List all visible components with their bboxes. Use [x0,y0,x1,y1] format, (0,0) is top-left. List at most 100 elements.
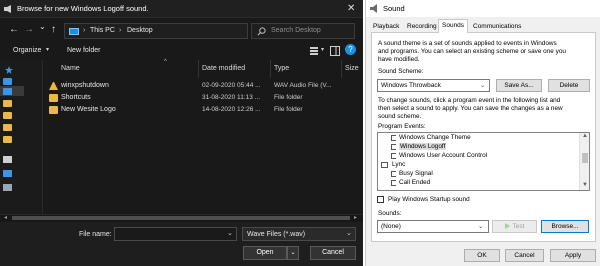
scrollbar-thumb[interactable] [582,153,588,163]
close-icon[interactable]: ✕ [347,3,355,14]
help-icon[interactable]: ? [345,44,356,55]
desktop-shortcut-icon[interactable] [3,78,12,85]
tab-sounds[interactable]: Sounds [438,19,469,33]
list-item[interactable]: Busy Signal [378,170,574,179]
chevron-down-icon: ⌄ [480,82,486,89]
file-date: 31-08-2020 11:13 ... [202,94,261,101]
up-arrow-icon[interactable]: ↑ [51,24,56,35]
address-bar[interactable]: › This PC › Desktop ⌄ [64,23,307,39]
file-date: 02-09-2020 05:44 ... [202,82,261,89]
cancel-button[interactable]: Cancel [310,246,356,260]
file-name: winxpshutdown [61,82,109,89]
program-events-list[interactable]: Windows Change Theme Windows Logoff Wind… [377,132,590,191]
sounds-select[interactable]: (None) ⌄ [377,220,489,233]
folder-icon[interactable] [3,112,12,119]
startup-sound-label[interactable]: Play Windows Startup sound [388,196,470,204]
file-type-select[interactable]: Wave Files (*.wav) ⌄ [242,227,356,241]
speaker-icon [391,144,396,150]
speaker-icon [391,153,396,159]
this-pc-icon [69,28,79,35]
startup-sound-checkbox[interactable] [377,196,384,203]
file-name-label: File name: [79,231,112,238]
list-item[interactable]: Windows Logoff [378,143,574,152]
sounds-value: (None) [381,223,401,230]
quick-access-star-icon[interactable] [5,66,13,74]
chevron-down-icon[interactable]: ⌄ [227,229,233,237]
event-label: Call Ended [399,179,431,186]
recent-locations-icon[interactable]: ⌄ [39,22,46,31]
tab-communications[interactable]: Communications [469,20,525,32]
play-icon [504,223,510,230]
open-button[interactable]: Open [243,246,287,260]
organize-button[interactable]: Organize [13,47,41,54]
search-icon [257,27,266,36]
list-item[interactable]: Windows User Account Control [378,152,574,161]
scroll-left-icon[interactable]: ◂ [4,214,7,221]
cancel-button[interactable]: Cancel [505,249,544,262]
search-box[interactable]: Search Desktop [251,23,355,39]
column-header-name[interactable]: Name [61,65,80,72]
back-arrow-icon[interactable]: ← [9,24,19,35]
browse-titlebar: Browse for new Windows Logoff sound. ✕ [0,0,363,18]
column-divider[interactable] [198,60,199,78]
preview-pane-icon[interactable] [330,46,340,56]
event-label: Windows Logoff [399,143,447,150]
chevron-down-icon: ⌄ [478,223,484,230]
forward-arrow-icon[interactable]: → [24,24,34,35]
file-row[interactable]: winxpshutdown 02-09-2020 05:44 ... WAV A… [44,81,363,92]
folder-icon[interactable] [3,136,12,143]
browse-title: Browse for new Windows Logoff sound. [17,4,149,13]
navigation-pane [0,60,43,220]
column-divider[interactable] [270,60,271,78]
file-row[interactable]: New Wesite Logo 14-08-2020 12:26 ... Fil… [44,105,363,116]
ok-button[interactable]: OK [464,249,500,262]
scroll-right-icon[interactable]: ▸ [354,214,357,221]
events-scrollbar[interactable]: ▲ ▼ [579,133,589,190]
view-caret-icon[interactable]: ▾ [321,46,324,53]
organize-caret-icon: ▾ [46,47,50,53]
scroll-down-icon[interactable]: ▼ [582,182,588,188]
list-item[interactable]: Lync [378,161,574,170]
open-options-dropdown[interactable]: ⌄ [287,246,299,260]
breadcrumb-this-pc[interactable]: This PC [90,27,115,34]
application-icon [381,162,388,168]
save-as-button[interactable]: Save As... [496,79,542,92]
speaker-icon [4,5,11,13]
breadcrumb-desktop[interactable]: Desktop [127,27,153,34]
intro-text-line: A sound theme is a set of sounds applied… [378,40,557,47]
scroll-up-icon[interactable]: ▲ [582,133,588,139]
column-divider[interactable] [341,60,342,78]
apply-button[interactable]: Apply [550,249,596,262]
column-header-size[interactable]: Size [345,65,359,72]
folder-icon[interactable] [3,100,12,107]
program-events-label: Program Events: [378,123,426,130]
tab-recording[interactable]: Recording [403,20,441,32]
horizontal-scrollbar[interactable]: ◂ ▸ [0,214,363,221]
column-header-date-modified[interactable]: Date modified [202,65,245,72]
list-item[interactable]: Windows Change Theme [378,134,574,143]
intro-text-line: have modified. [378,56,420,63]
this-pc-icon[interactable] [3,170,12,177]
scrollbar-thumb[interactable] [12,216,350,220]
chevron-down-icon: ⌄ [346,230,352,237]
file-name-input[interactable]: ⌄ [114,227,237,241]
downloads-icon [3,88,12,95]
tab-playback[interactable]: Playback [369,20,403,32]
network-icon[interactable] [3,184,12,191]
dialog-footer: File name: ⌄ Wave Files (*.wav) ⌄ Open ⌄… [0,222,363,266]
file-type: File folder [274,106,303,113]
speaker-icon [391,135,396,141]
breadcrumb-separator: › [83,27,86,34]
test-button[interactable]: Test [492,220,537,233]
onedrive-icon[interactable] [3,156,12,163]
sound-scheme-select[interactable]: Windows Throwback ⌄ [377,79,490,92]
folder-icon[interactable] [3,124,12,131]
list-item[interactable]: Call Ended [378,179,574,188]
browse-button[interactable]: Browse... [541,220,589,233]
file-row[interactable]: Shortcuts 31-08-2020 11:13 ... File fold… [44,93,363,104]
new-folder-button[interactable]: New folder [67,47,100,54]
sound-scheme-label: Sound Scheme: [378,68,424,75]
column-header-type[interactable]: Type [274,65,289,72]
delete-button[interactable]: Delete [548,79,590,92]
view-options-icon[interactable] [309,46,319,56]
